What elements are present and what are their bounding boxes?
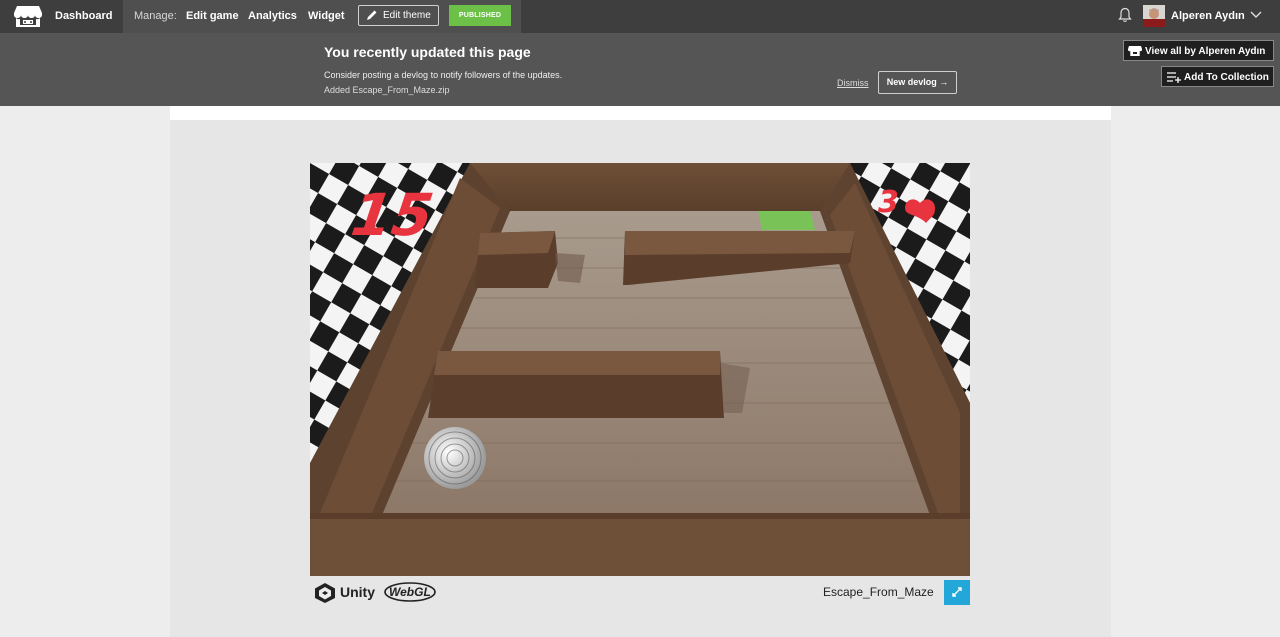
nav-analytics[interactable]: Analytics [248,0,297,33]
notification-bell-icon[interactable] [1118,7,1132,23]
view-all-label: View all by Alperen Aydın [1145,46,1266,57]
dashboard-link[interactable]: Dashboard [55,0,112,33]
manage-nav-group: Manage: Edit game Analytics Widget Edit … [123,0,521,33]
fullscreen-button[interactable] [944,580,970,605]
unity-logo-icon [315,583,335,603]
nav-widget[interactable]: Widget [308,0,345,33]
add-to-collection-button[interactable]: Add To Collection [1161,66,1274,87]
view-all-by-author-button[interactable]: View all by Alperen Aydın [1123,40,1274,61]
expand-icon [952,587,962,597]
top-navigation-bar: Dashboard Manage: Edit game Analytics Wi… [0,0,1280,33]
published-status-badge[interactable]: PUBLISHED [449,5,511,26]
edit-theme-label: Edit theme [383,10,431,21]
new-devlog-button[interactable]: New devlog → [878,71,957,94]
edit-theme-button[interactable]: Edit theme [358,5,439,26]
banner-file-note: Added Escape_From_Maze.zip [324,85,450,95]
game-file-title: Escape_From_Maze [823,585,934,599]
user-avatar[interactable] [1143,5,1165,27]
chevron-down-icon[interactable] [1249,10,1263,20]
banner-title: You recently updated this page [324,44,531,60]
add-collection-label: Add To Collection [1184,72,1269,83]
banner-message: Consider posting a devlog to notify foll… [324,70,563,80]
pencil-icon [367,10,377,20]
score-counter: 15 [347,181,438,249]
webgl-label: WebGL [389,585,431,599]
itchio-small-icon [1128,46,1142,56]
manage-label: Manage: [134,10,177,22]
dismiss-link[interactable]: Dismiss [837,78,869,88]
add-list-icon [1167,72,1181,83]
page-header-strip [170,106,1111,120]
lives-counter: 3 [878,185,899,220]
update-notice-banner: You recently updated this page Consider … [0,33,1280,106]
unity-label: Unity [340,584,375,600]
game-canvas[interactable]: 15 3 [310,163,970,576]
itchio-logo-icon[interactable] [14,4,42,29]
nav-edit-game[interactable]: Edit game [186,0,239,33]
user-name[interactable]: Alperen Aydın [1171,0,1245,33]
